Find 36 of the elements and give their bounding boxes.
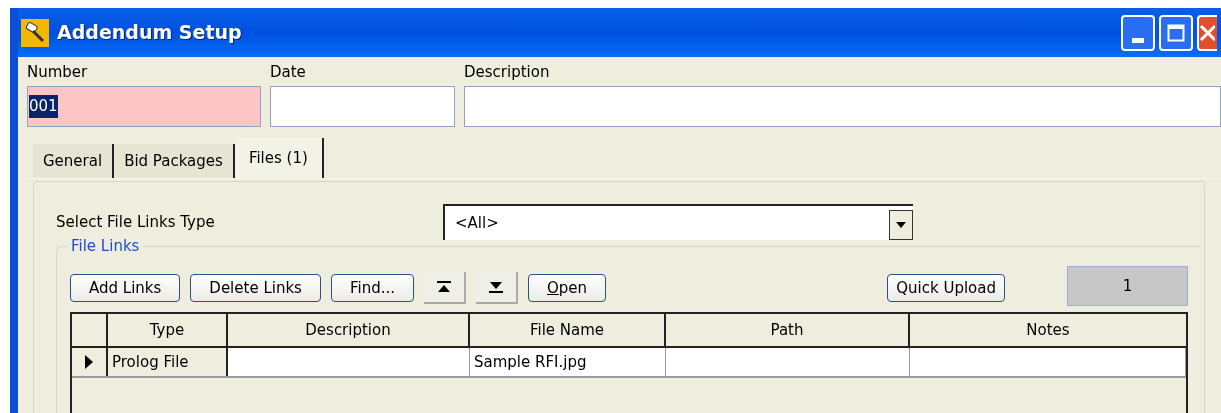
gavel-icon <box>21 18 49 47</box>
toolbar-button[interactable]: Add Links <box>70 274 181 302</box>
dropdown[interactable]: <All> <box>443 204 913 240</box>
input-field[interactable] <box>270 86 455 127</box>
column-header[interactable]: Type <box>108 314 228 346</box>
close-icon <box>1199 23 1215 42</box>
field-label: Number <box>27 62 89 82</box>
field-label: Select File Links Type <box>56 211 216 233</box>
maximize-button[interactable] <box>1159 14 1193 51</box>
maximize-icon <box>1167 23 1185 42</box>
column-header[interactable]: Description <box>228 314 470 346</box>
quick-upload-button[interactable]: Quick Upload <box>887 274 1005 302</box>
file-count: 1 <box>1067 266 1188 306</box>
row-pointer-icon <box>84 354 94 370</box>
close-button[interactable] <box>1197 14 1217 51</box>
toolbar-button[interactable]: Open <box>528 274 607 302</box>
input-field[interactable] <box>464 86 1221 127</box>
toolbar-button[interactable]: Find... <box>330 274 414 302</box>
table-cell: Sample RFI.jpg <box>470 348 666 376</box>
field-label: Date <box>270 62 307 82</box>
toolbar-button[interactable]: Delete Links <box>190 274 321 302</box>
tab[interactable]: Files (1) <box>234 138 324 178</box>
field-label: Description <box>464 62 551 82</box>
input-field[interactable]: 001 <box>27 86 261 127</box>
tab[interactable]: Bid Packages <box>114 144 235 178</box>
move-bottom-icon <box>489 281 503 293</box>
window-title: Addendum Setup <box>57 20 242 46</box>
column-header[interactable]: File Name <box>470 314 666 346</box>
move-bottom-button[interactable] <box>476 272 518 304</box>
column-header[interactable]: Path <box>666 314 910 346</box>
column-header[interactable]: Notes <box>910 314 1186 346</box>
move-top-button[interactable] <box>424 272 466 304</box>
minimize-icon <box>1132 37 1144 43</box>
minimize-button[interactable] <box>1121 14 1155 51</box>
tab[interactable]: General <box>33 144 115 178</box>
move-top-icon <box>437 281 451 293</box>
